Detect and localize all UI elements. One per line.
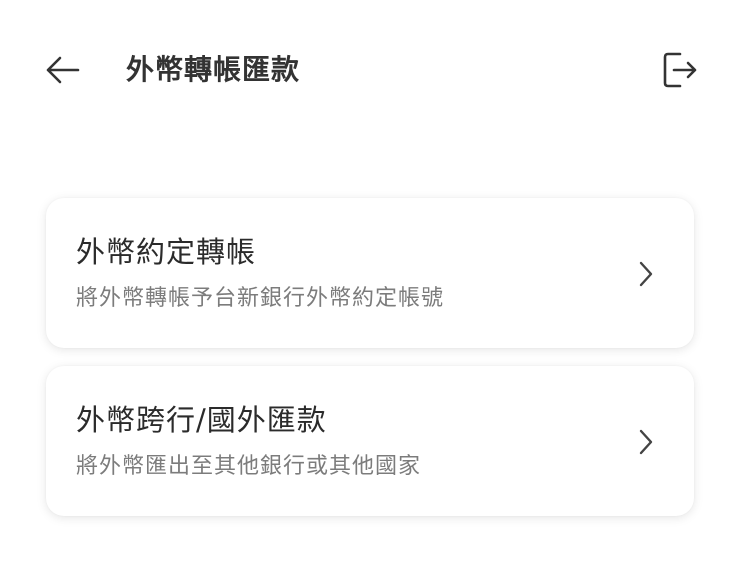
option-description: 將外幣轉帳予台新銀行外幣約定帳號 (76, 286, 445, 311)
back-button[interactable] (40, 50, 84, 90)
chevron-right-icon (638, 260, 654, 288)
logout-icon (660, 50, 698, 90)
option-title: 外幣約定轉帳 (76, 235, 257, 269)
option-fx-designated-transfer[interactable]: 外幣約定轉帳 將外幣轉帳予台新銀行外幣約定帳號 (46, 198, 694, 348)
chevron-right-icon (638, 428, 654, 456)
option-description: 將外幣匯出至其他銀行或其他國家 (76, 454, 422, 479)
transfer-options-list: 外幣約定轉帳 將外幣轉帳予台新銀行外幣約定帳號 外幣跨行/國外匯款 將外幣匯出至… (46, 198, 694, 534)
arrow-left-icon (44, 55, 80, 85)
option-title: 外幣跨行/國外匯款 (76, 403, 327, 437)
option-fx-interbank-remittance[interactable]: 外幣跨行/國外匯款 將外幣匯出至其他銀行或其他國家 (46, 366, 694, 516)
top-bar: 外幣轉帳匯款 (0, 0, 740, 140)
page-title: 外幣轉帳匯款 (126, 53, 301, 86)
logout-button[interactable] (656, 48, 702, 92)
